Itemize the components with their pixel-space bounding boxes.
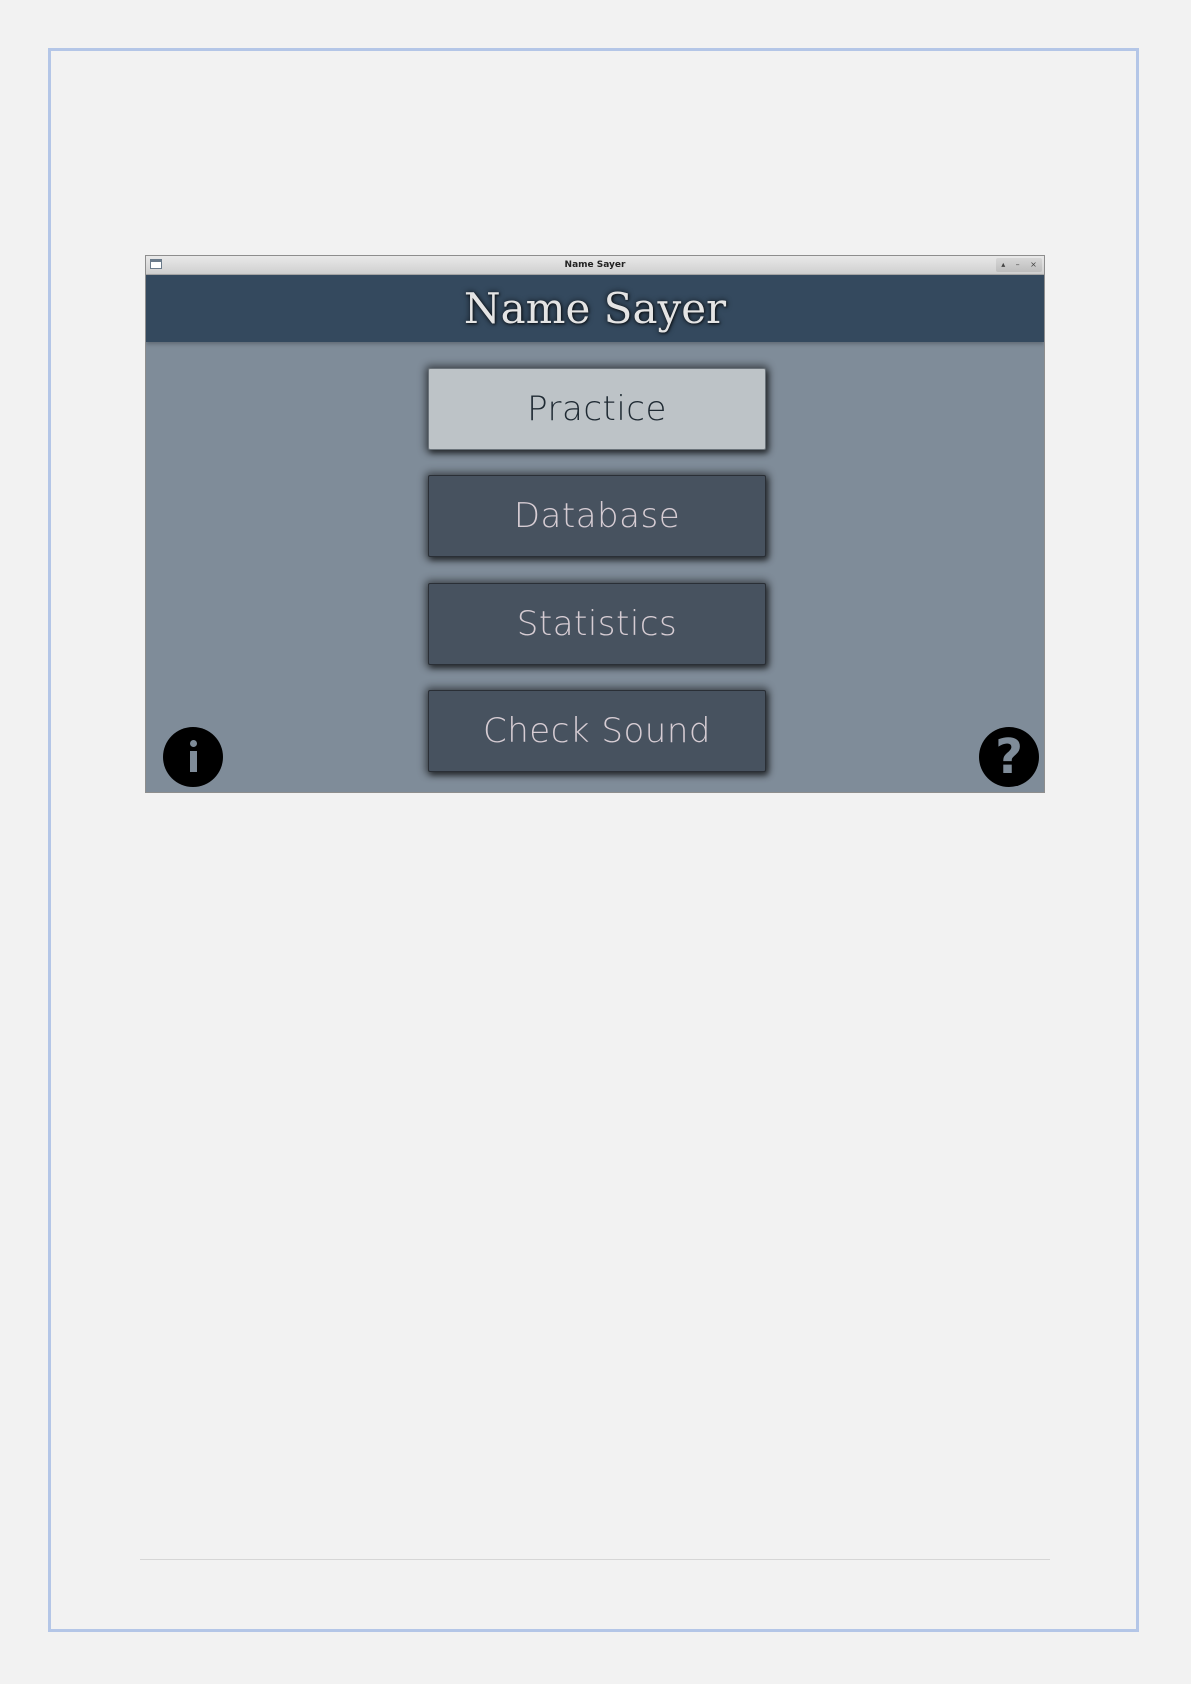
footer-divider	[140, 1559, 1050, 1560]
window-titlebar[interactable]: Name Sayer ▴ – ×	[146, 256, 1044, 275]
info-icon-stem	[190, 751, 197, 772]
minimize-icon[interactable]: –	[1016, 258, 1020, 272]
header-bar: Name Sayer	[146, 275, 1044, 342]
check-sound-button[interactable]: Check Sound	[428, 690, 766, 772]
app-title: Name Sayer	[463, 284, 727, 333]
info-icon-dot	[190, 740, 197, 747]
help-icon[interactable]: ?	[979, 727, 1039, 787]
maximize-icon[interactable]: ▴	[1001, 258, 1005, 272]
window-title: Name Sayer	[564, 260, 626, 270]
close-icon[interactable]: ×	[1030, 258, 1037, 272]
help-icon-glyph: ?	[995, 729, 1023, 785]
statistics-button[interactable]: Statistics	[428, 583, 766, 665]
app-window: Name Sayer ▴ – × Name Sayer Practice Dat…	[145, 255, 1045, 793]
practice-button[interactable]: Practice	[428, 368, 766, 450]
window-controls: ▴ – ×	[996, 258, 1042, 272]
database-button[interactable]: Database	[428, 475, 766, 557]
info-icon[interactable]	[163, 727, 223, 787]
